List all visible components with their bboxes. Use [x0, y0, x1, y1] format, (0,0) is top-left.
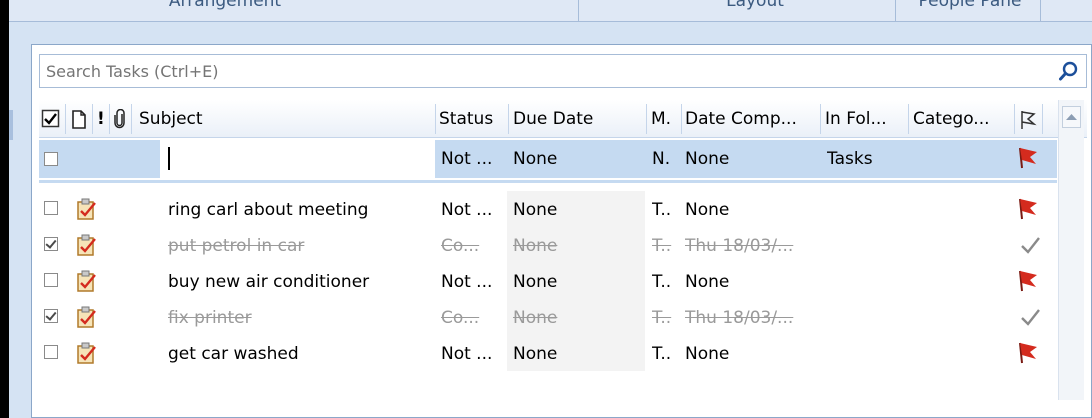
task-status[interactable]: Not ...: [441, 263, 507, 301]
task-row[interactable]: ring carl about meeting Not ... None T..…: [39, 191, 1057, 227]
header-separator: [435, 104, 436, 134]
task-due-date[interactable]: None: [513, 299, 643, 337]
search-icon[interactable]: [1058, 60, 1080, 82]
column-status[interactable]: Status: [439, 100, 507, 138]
checkmark-icon[interactable]: [1019, 233, 1041, 257]
red-flag-icon[interactable]: [1017, 341, 1039, 365]
document-icon[interactable]: [71, 110, 87, 129]
header-separator: [1042, 104, 1043, 134]
column-m[interactable]: M.: [651, 100, 679, 138]
red-flag-icon[interactable]: [1017, 269, 1039, 293]
header-separator: [65, 104, 66, 134]
task-status[interactable]: Not ...: [441, 191, 507, 229]
task-complete-checkbox[interactable]: [44, 345, 58, 359]
ribbon-group-layout: Layout: [726, 0, 784, 11]
task-date-completed[interactable]: Thu 18/03/...: [685, 227, 817, 265]
task-icon: [77, 198, 96, 220]
attachment-icon[interactable]: [113, 109, 127, 129]
column-categories[interactable]: Catego...: [913, 100, 1013, 138]
new-task-date-completed[interactable]: None: [685, 140, 817, 178]
header-separator: [508, 104, 509, 134]
ribbon-separator: [895, 0, 896, 22]
column-subject[interactable]: Subject: [139, 100, 429, 138]
task-row[interactable]: get car washed Not ... None T.. None: [39, 335, 1057, 371]
task-date-completed[interactable]: None: [685, 191, 817, 229]
ribbon-separator: [578, 0, 579, 22]
ribbon-separator: [1040, 0, 1041, 22]
importance-icon[interactable]: !: [97, 100, 107, 138]
header-separator: [1014, 104, 1015, 134]
new-task-status[interactable]: Not ...: [441, 140, 507, 178]
header-separator: [908, 104, 909, 134]
task-subject[interactable]: fix printer: [168, 299, 428, 337]
new-task-m[interactable]: N.: [652, 140, 680, 178]
task-due-date[interactable]: None: [513, 335, 643, 373]
vertical-scrollbar[interactable]: [1058, 100, 1084, 400]
task-subject[interactable]: ring carl about meeting: [168, 191, 428, 229]
task-complete-checkbox[interactable]: [44, 237, 58, 251]
task-status[interactable]: Co...: [441, 227, 507, 265]
window-left-border: [0, 0, 9, 418]
new-task-row[interactable]: Not ... None N. None Tasks: [39, 140, 1057, 178]
task-due-date[interactable]: None: [513, 263, 643, 301]
ribbon-group-people-pane: People Pane: [918, 0, 1022, 11]
new-task-folder: Tasks: [827, 149, 873, 169]
checkmark-icon[interactable]: [1019, 305, 1041, 329]
header-separator: [109, 104, 110, 134]
header-separator: [646, 104, 647, 134]
header-separator: [820, 104, 821, 134]
ribbon-group-arrangement: Arrangement: [168, 0, 282, 11]
task-complete-checkbox[interactable]: [44, 273, 58, 287]
task-subject[interactable]: put petrol in car: [168, 227, 428, 265]
flag-status-icon[interactable]: [1019, 110, 1037, 130]
pane-edge: [9, 110, 13, 140]
new-row-divider: [39, 180, 1057, 183]
task-icon: [77, 270, 96, 292]
column-header: ! Subject Status Due Date M. Date Comp..…: [39, 100, 1087, 138]
arrow-up-icon: [1066, 114, 1077, 120]
task-status[interactable]: Not ...: [441, 335, 507, 373]
red-flag-icon[interactable]: [1017, 146, 1039, 170]
task-m[interactable]: T..: [652, 263, 680, 301]
task-icon: [77, 306, 96, 328]
header-separator: [131, 104, 132, 134]
task-row[interactable]: put petrol in car Co... None T.. Thu 18/…: [39, 227, 1057, 263]
task-complete-checkbox[interactable]: [44, 201, 58, 215]
scroll-up-button[interactable]: [1062, 106, 1081, 128]
ribbon-strip: Arrangement Layout People Pane: [0, 0, 1092, 22]
new-task-due-date[interactable]: None: [513, 140, 643, 178]
header-separator: [92, 104, 93, 134]
column-due-date[interactable]: Due Date: [513, 100, 643, 138]
red-flag-icon[interactable]: [1017, 197, 1039, 221]
new-task-checkbox[interactable]: [44, 152, 58, 166]
search-input[interactable]: [46, 59, 1026, 83]
task-row[interactable]: fix printer Co... None T.. Thu 18/03/...: [39, 299, 1057, 335]
column-in-folder[interactable]: In Fol...: [825, 100, 905, 138]
task-due-date[interactable]: None: [513, 191, 643, 229]
task-subject[interactable]: buy new air conditioner: [168, 263, 428, 301]
column-date-completed[interactable]: Date Comp...: [685, 100, 817, 138]
task-date-completed[interactable]: None: [685, 263, 817, 301]
task-m[interactable]: T..: [652, 335, 680, 373]
task-complete-checkbox[interactable]: [44, 309, 58, 323]
task-date-completed[interactable]: None: [685, 335, 817, 373]
header-separator: [681, 104, 682, 134]
new-task-subject-input[interactable]: [160, 140, 435, 178]
task-m[interactable]: T..: [652, 227, 680, 265]
task-row[interactable]: buy new air conditioner Not ... None T..…: [39, 263, 1057, 299]
task-status[interactable]: Co...: [441, 299, 507, 337]
complete-column-checkbox-icon[interactable]: [41, 109, 61, 129]
task-date-completed[interactable]: Thu 18/03/...: [685, 299, 817, 337]
task-icon: [77, 342, 96, 364]
search-box[interactable]: [39, 54, 1087, 88]
task-subject[interactable]: get car washed: [168, 335, 428, 373]
task-due-date[interactable]: None: [513, 227, 643, 265]
task-icon: [77, 234, 96, 256]
task-m[interactable]: T..: [652, 299, 680, 337]
task-m[interactable]: T..: [652, 191, 680, 229]
text-caret: [168, 147, 170, 170]
